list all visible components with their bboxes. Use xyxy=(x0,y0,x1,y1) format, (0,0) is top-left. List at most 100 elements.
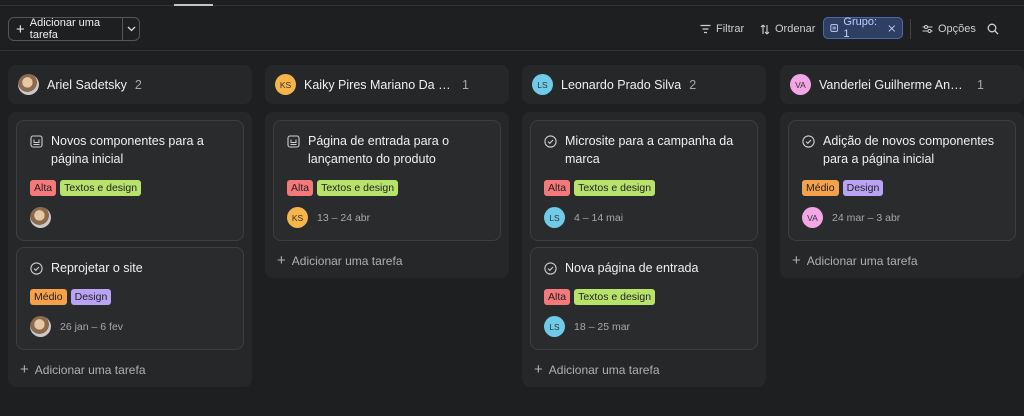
plus-icon: + xyxy=(277,252,286,269)
board-column: VA Vanderlei Guilherme Andrad... 1 Adiçã… xyxy=(780,65,1024,278)
options-button[interactable]: Opções xyxy=(922,19,976,39)
due-date: 26 jan – 6 fev xyxy=(60,320,124,333)
sort-button[interactable]: Ordenar xyxy=(760,19,815,39)
priority-tag: Alta xyxy=(544,289,571,305)
column-body: Página de entrada para o lançamento do p… xyxy=(265,112,509,278)
milestone-icon xyxy=(30,132,45,150)
avatar: VA xyxy=(790,74,811,95)
assignee-avatar[interactable] xyxy=(30,316,51,337)
avatar: KS xyxy=(275,74,296,95)
column-body: Microsite para a campanha da marca Alta … xyxy=(522,112,766,387)
avatar xyxy=(18,74,39,95)
category-tag: Design xyxy=(842,180,884,196)
plus-icon: + xyxy=(20,361,29,378)
plus-icon: + xyxy=(534,361,543,378)
add-task-link-label: Adicionar uma tarefa xyxy=(548,362,660,377)
active-tab-indicator xyxy=(174,4,213,6)
column-count: 1 xyxy=(462,77,469,92)
category-tag: Textos e design xyxy=(317,180,399,196)
add-task-link[interactable]: + Adicionar uma tarefa xyxy=(530,356,758,381)
board-column: KS Kaiky Pires Mariano Da SIlva 1 Página… xyxy=(265,65,509,278)
search-button[interactable] xyxy=(987,19,999,39)
due-date: 4 – 14 mai xyxy=(574,211,624,224)
column-name: Vanderlei Guilherme Andrad... xyxy=(819,77,969,92)
board-toolbar: + Adicionar uma tarefa Filtrar Ordenar G… xyxy=(0,7,1024,51)
board-column: Ariel Sadetsky 2 Novos componentes para … xyxy=(8,65,252,387)
column-name: Kaiky Pires Mariano Da SIlva xyxy=(304,77,454,92)
assignee-avatar[interactable]: KS xyxy=(287,207,308,228)
assignee-avatar[interactable] xyxy=(30,207,51,228)
plus-icon: + xyxy=(792,252,801,269)
add-task-main-button[interactable]: + Adicionar uma tarefa xyxy=(9,17,122,41)
sort-icon xyxy=(760,24,770,34)
task-title: Adição de novos componentes para a págin… xyxy=(823,134,994,166)
task-title: Reprojetar o site xyxy=(51,261,143,275)
sliders-icon xyxy=(922,25,933,33)
group-icon xyxy=(830,24,839,32)
check-circle-icon[interactable] xyxy=(802,132,817,150)
category-tag: Textos e design xyxy=(574,289,656,305)
add-task-link-label: Adicionar uma tarefa xyxy=(806,253,918,268)
assignee-avatar[interactable]: LS xyxy=(544,316,565,337)
plus-icon: + xyxy=(16,20,25,38)
priority-tag: Médio xyxy=(802,180,839,196)
check-circle-icon[interactable] xyxy=(544,259,559,277)
category-tag: Textos e design xyxy=(60,180,142,196)
task-card[interactable]: Nova página de entrada Alta Textos e des… xyxy=(530,247,758,350)
column-name: Ariel Sadetsky xyxy=(47,77,127,92)
task-card[interactable]: Novos componentes para a página inicial … xyxy=(16,120,244,241)
priority-tag: Alta xyxy=(287,180,314,196)
due-date: 18 – 25 mar xyxy=(574,320,631,333)
check-circle-icon[interactable] xyxy=(544,132,559,150)
filter-label: Filtrar xyxy=(716,23,745,35)
task-card[interactable]: Adição de novos componentes para a págin… xyxy=(788,120,1016,241)
column-header[interactable]: LS Leonardo Prado Silva 2 xyxy=(522,65,766,104)
column-body: Adição de novos componentes para a págin… xyxy=(780,112,1024,278)
column-count: 2 xyxy=(689,77,697,92)
column-body: Novos componentes para a página inicial … xyxy=(8,112,252,387)
column-header[interactable]: KS Kaiky Pires Mariano Da SIlva 1 xyxy=(265,65,509,104)
add-task-link-label: Adicionar uma tarefa xyxy=(291,253,403,268)
milestone-icon xyxy=(287,132,302,150)
check-circle-icon[interactable] xyxy=(30,259,45,277)
search-icon xyxy=(987,23,999,35)
column-header[interactable]: Ariel Sadetsky 2 xyxy=(8,65,252,104)
task-card[interactable]: Reprojetar o site Médio Design 26 jan – … xyxy=(16,247,244,350)
add-task-link-label: Adicionar uma tarefa xyxy=(34,362,146,377)
due-date: 13 – 24 abr xyxy=(317,211,371,224)
add-task-button[interactable]: + Adicionar uma tarefa xyxy=(8,17,140,41)
group-label: Grupo: 1 xyxy=(843,16,878,40)
priority-tag: Médio xyxy=(30,289,67,305)
top-tab-strip xyxy=(0,0,1024,6)
assignee-avatar[interactable]: LS xyxy=(544,207,565,228)
task-card[interactable]: Página de entrada para o lançamento do p… xyxy=(273,120,501,241)
task-card[interactable]: Microsite para a campanha da marca Alta … xyxy=(530,120,758,241)
filter-button[interactable]: Filtrar xyxy=(700,19,744,39)
due-date: 24 mar – 3 abr xyxy=(832,211,901,224)
assignee-avatar[interactable]: VA xyxy=(802,207,823,228)
filter-icon xyxy=(700,24,711,34)
sort-label: Ordenar xyxy=(775,23,816,35)
add-task-dropdown[interactable] xyxy=(122,18,139,40)
add-task-link[interactable]: + Adicionar uma tarefa xyxy=(273,247,501,272)
task-title: Microsite para a campanha da marca xyxy=(565,134,734,166)
priority-tag: Alta xyxy=(544,180,571,196)
add-task-link[interactable]: + Adicionar uma tarefa xyxy=(788,247,1016,272)
task-title: Nova página de entrada xyxy=(565,261,699,275)
column-count: 1 xyxy=(977,77,984,92)
add-task-link[interactable]: + Adicionar uma tarefa xyxy=(16,356,244,381)
column-count: 2 xyxy=(134,77,142,92)
add-task-label: Adicionar uma tarefa xyxy=(29,17,101,41)
close-icon[interactable] xyxy=(888,24,896,33)
group-chip[interactable]: Grupo: 1 xyxy=(823,16,903,40)
task-title: Página de entrada para o lançamento do p… xyxy=(308,134,450,166)
category-tag: Textos e design xyxy=(574,180,656,196)
column-name: Leonardo Prado Silva xyxy=(561,77,682,92)
category-tag: Design xyxy=(70,289,112,305)
toolbar-divider xyxy=(910,19,911,39)
options-label: Opções xyxy=(938,23,976,35)
board-column: LS Leonardo Prado Silva 2 Microsite para… xyxy=(522,65,766,387)
column-header[interactable]: VA Vanderlei Guilherme Andrad... 1 xyxy=(780,65,1024,104)
chevron-down-icon xyxy=(127,26,135,32)
task-title: Novos componentes para a página inicial xyxy=(51,134,204,166)
